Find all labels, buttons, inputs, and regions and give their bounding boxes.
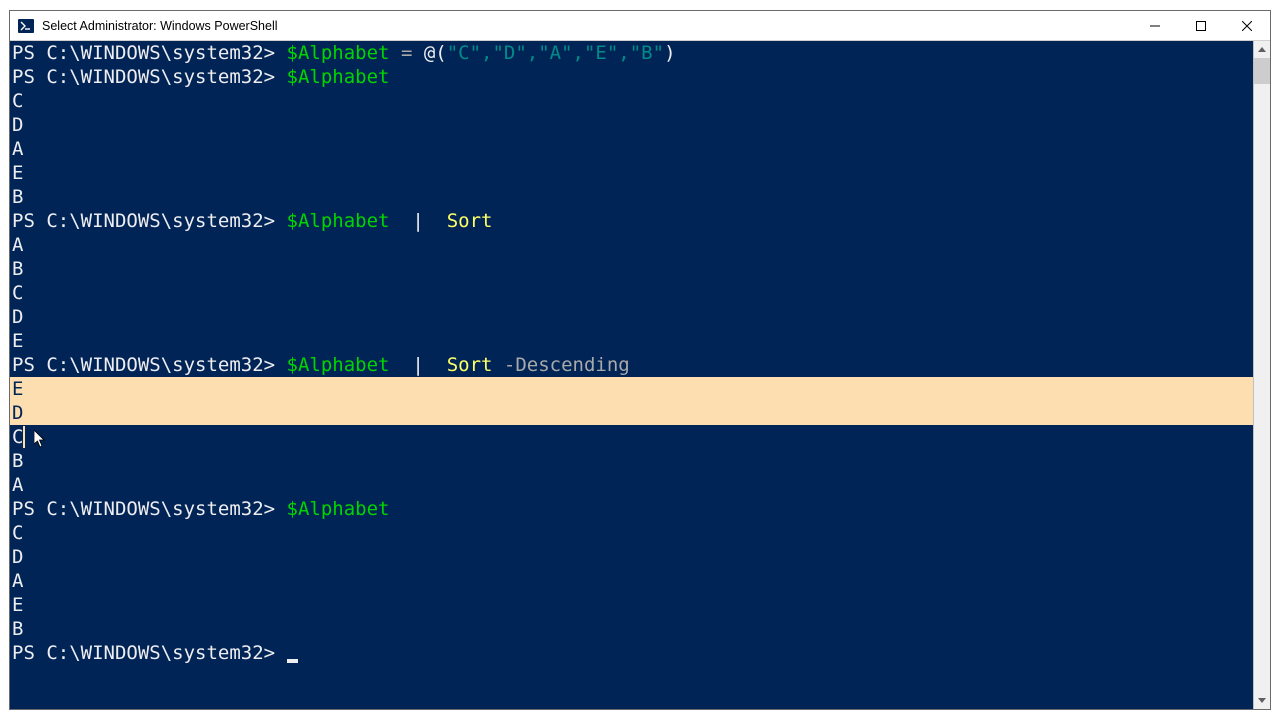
terminal-line[interactable]: PS C:\WINDOWS\system32> $Alphabet | Sort… <box>10 353 1253 377</box>
close-button[interactable] <box>1224 11 1270 41</box>
terminal-line[interactable]: PS C:\WINDOWS\system32> $Alphabet <box>10 497 1253 521</box>
terminal-output-selected[interactable]: D <box>10 401 1253 425</box>
terminal-output[interactable]: E <box>10 593 1253 617</box>
titlebar[interactable]: Select Administrator: Windows PowerShell <box>10 11 1270 41</box>
terminal-output[interactable]: E <box>10 161 1253 185</box>
scroll-track[interactable] <box>1254 58 1270 692</box>
terminal-output[interactable]: A <box>10 233 1253 257</box>
terminal-output[interactable]: A <box>10 569 1253 593</box>
terminal-prompt-active[interactable]: PS C:\WINDOWS\system32> <box>10 641 1253 665</box>
terminal-output[interactable]: D <box>10 113 1253 137</box>
terminal-line[interactable]: PS C:\WINDOWS\system32> $Alphabet | Sort <box>10 209 1253 233</box>
minimize-button[interactable] <box>1132 11 1178 41</box>
terminal-output[interactable]: C <box>10 281 1253 305</box>
client-area: PS C:\WINDOWS\system32> $Alphabet = @("C… <box>10 41 1270 709</box>
scroll-thumb[interactable] <box>1254 58 1270 84</box>
powershell-window: Select Administrator: Windows PowerShell… <box>9 10 1271 710</box>
terminal-line[interactable]: PS C:\WINDOWS\system32> $Alphabet <box>10 65 1253 89</box>
terminal-output[interactable]: C <box>10 521 1253 545</box>
terminal-output[interactable]: A <box>10 137 1253 161</box>
terminal-output[interactable]: D <box>10 545 1253 569</box>
terminal-output[interactable]: B <box>10 617 1253 641</box>
scroll-down-button[interactable] <box>1254 692 1270 709</box>
text-cursor <box>287 659 298 663</box>
vertical-scrollbar[interactable] <box>1253 41 1270 709</box>
terminal-line[interactable]: PS C:\WINDOWS\system32> $Alphabet = @("C… <box>10 41 1253 65</box>
terminal-output[interactable]: B <box>10 449 1253 473</box>
terminal-output[interactable]: D <box>10 305 1253 329</box>
terminal-output[interactable]: A <box>10 473 1253 497</box>
window-title: Select Administrator: Windows PowerShell <box>42 19 278 33</box>
terminal[interactable]: PS C:\WINDOWS\system32> $Alphabet = @("C… <box>10 41 1253 709</box>
scroll-up-button[interactable] <box>1254 41 1270 58</box>
terminal-output-selected[interactable]: E <box>10 377 1253 401</box>
terminal-output[interactable]: B <box>10 257 1253 281</box>
maximize-button[interactable] <box>1178 11 1224 41</box>
terminal-output[interactable]: E <box>10 329 1253 353</box>
powershell-icon <box>18 18 34 34</box>
terminal-output[interactable]: C <box>10 89 1253 113</box>
terminal-output[interactable]: B <box>10 185 1253 209</box>
terminal-output[interactable]: C <box>10 425 1253 449</box>
